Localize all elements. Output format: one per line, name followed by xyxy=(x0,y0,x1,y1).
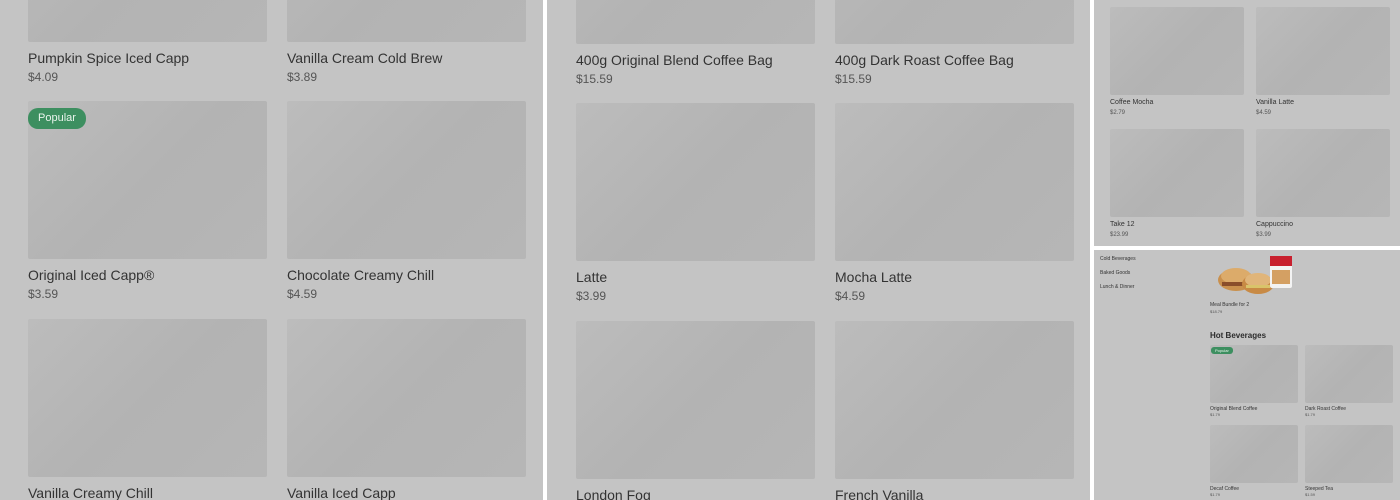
product-image xyxy=(1256,7,1390,95)
product-price: $15.59 xyxy=(576,72,613,86)
menu-panel-specialty: Coffee Mocha $2.79 Vanilla Latte $4.59 T… xyxy=(1094,0,1400,246)
product-name: French Vanilla xyxy=(835,487,924,500)
product-price: $4.59 xyxy=(287,287,318,301)
section-title-hot-beverages: Hot Beverages xyxy=(1210,331,1267,340)
product-price: $3.89 xyxy=(287,70,318,84)
popular-badge: Popular xyxy=(1211,347,1233,354)
product-image xyxy=(1110,129,1244,217)
product-image xyxy=(576,321,815,479)
product-price: $3.59 xyxy=(28,287,59,301)
product-name: Original Iced Capp® xyxy=(28,267,155,283)
product-image xyxy=(1305,425,1393,483)
product-image xyxy=(1110,7,1244,95)
product-image xyxy=(287,0,526,42)
sidebar-item-baked-goods[interactable]: Baked Goods xyxy=(1100,270,1130,276)
product-price: $3.99 xyxy=(1256,232,1272,238)
menu-panel-cold-drinks: Pumpkin Spice Iced Capp $4.09 Vanilla Cr… xyxy=(0,0,543,500)
product-name: Vanilla Iced Capp xyxy=(287,485,396,500)
meal-bundle-image[interactable] xyxy=(1210,250,1298,300)
product-price: $1.59 xyxy=(1305,492,1316,497)
product-image xyxy=(287,101,526,259)
product-price: $15.59 xyxy=(835,72,872,86)
product-image xyxy=(1256,129,1390,217)
product-name: London Fog xyxy=(576,487,651,500)
product-name: Coffee Mocha xyxy=(1110,99,1154,106)
product-price: $1.79 xyxy=(1210,492,1221,497)
product-price: $4.09 xyxy=(28,70,59,84)
product-name: 400g Dark Roast Coffee Bag xyxy=(835,52,1014,68)
product-image xyxy=(576,0,815,44)
product-name: Vanilla Creamy Chill xyxy=(28,485,154,500)
product-price: $4.59 xyxy=(1256,110,1272,116)
product-price: $1.79 xyxy=(1210,412,1221,417)
product-image xyxy=(835,103,1074,261)
sidebar-item-cold-beverages[interactable]: Cold Beverages xyxy=(1100,256,1136,262)
product-image xyxy=(28,0,267,42)
product-image xyxy=(287,319,526,477)
product-image xyxy=(28,319,267,477)
meal-bundle-name: Meal Bundle for 2 xyxy=(1210,302,1250,308)
product-name: Vanilla Cream Cold Brew xyxy=(287,50,443,66)
product-price: $23.99 xyxy=(1110,232,1129,238)
menu-panel-hot-beverages: Cold Beverages Baked Goods Lunch & Dinne… xyxy=(1094,250,1400,500)
product-name: Chocolate Creamy Chill xyxy=(287,267,435,283)
product-image xyxy=(1305,345,1393,403)
product-name: Cappuccino xyxy=(1256,221,1293,228)
menu-panel-hot-drinks: 400g Original Blend Coffee Bag $15.59 40… xyxy=(547,0,1090,500)
product-name: Pumpkin Spice Iced Capp xyxy=(28,50,190,66)
product-name: Vanilla Latte xyxy=(1256,99,1295,106)
product-name: Latte xyxy=(576,269,608,285)
meal-bundle-price: $18.79 xyxy=(1210,309,1223,314)
product-price: $3.99 xyxy=(576,289,607,303)
product-image xyxy=(835,0,1074,44)
product-image xyxy=(576,103,815,261)
product-price: $4.59 xyxy=(835,289,866,303)
popular-badge: Popular xyxy=(28,108,86,129)
product-name: Take 12 xyxy=(1110,221,1135,228)
product-price: $1.79 xyxy=(1305,412,1316,417)
sidebar-item-lunch-dinner[interactable]: Lunch & Dinner xyxy=(1100,284,1134,290)
product-name: 400g Original Blend Coffee Bag xyxy=(576,52,773,68)
product-price: $2.79 xyxy=(1110,110,1126,116)
product-name: Mocha Latte xyxy=(835,269,913,285)
product-image xyxy=(835,321,1074,479)
product-image xyxy=(1210,425,1298,483)
